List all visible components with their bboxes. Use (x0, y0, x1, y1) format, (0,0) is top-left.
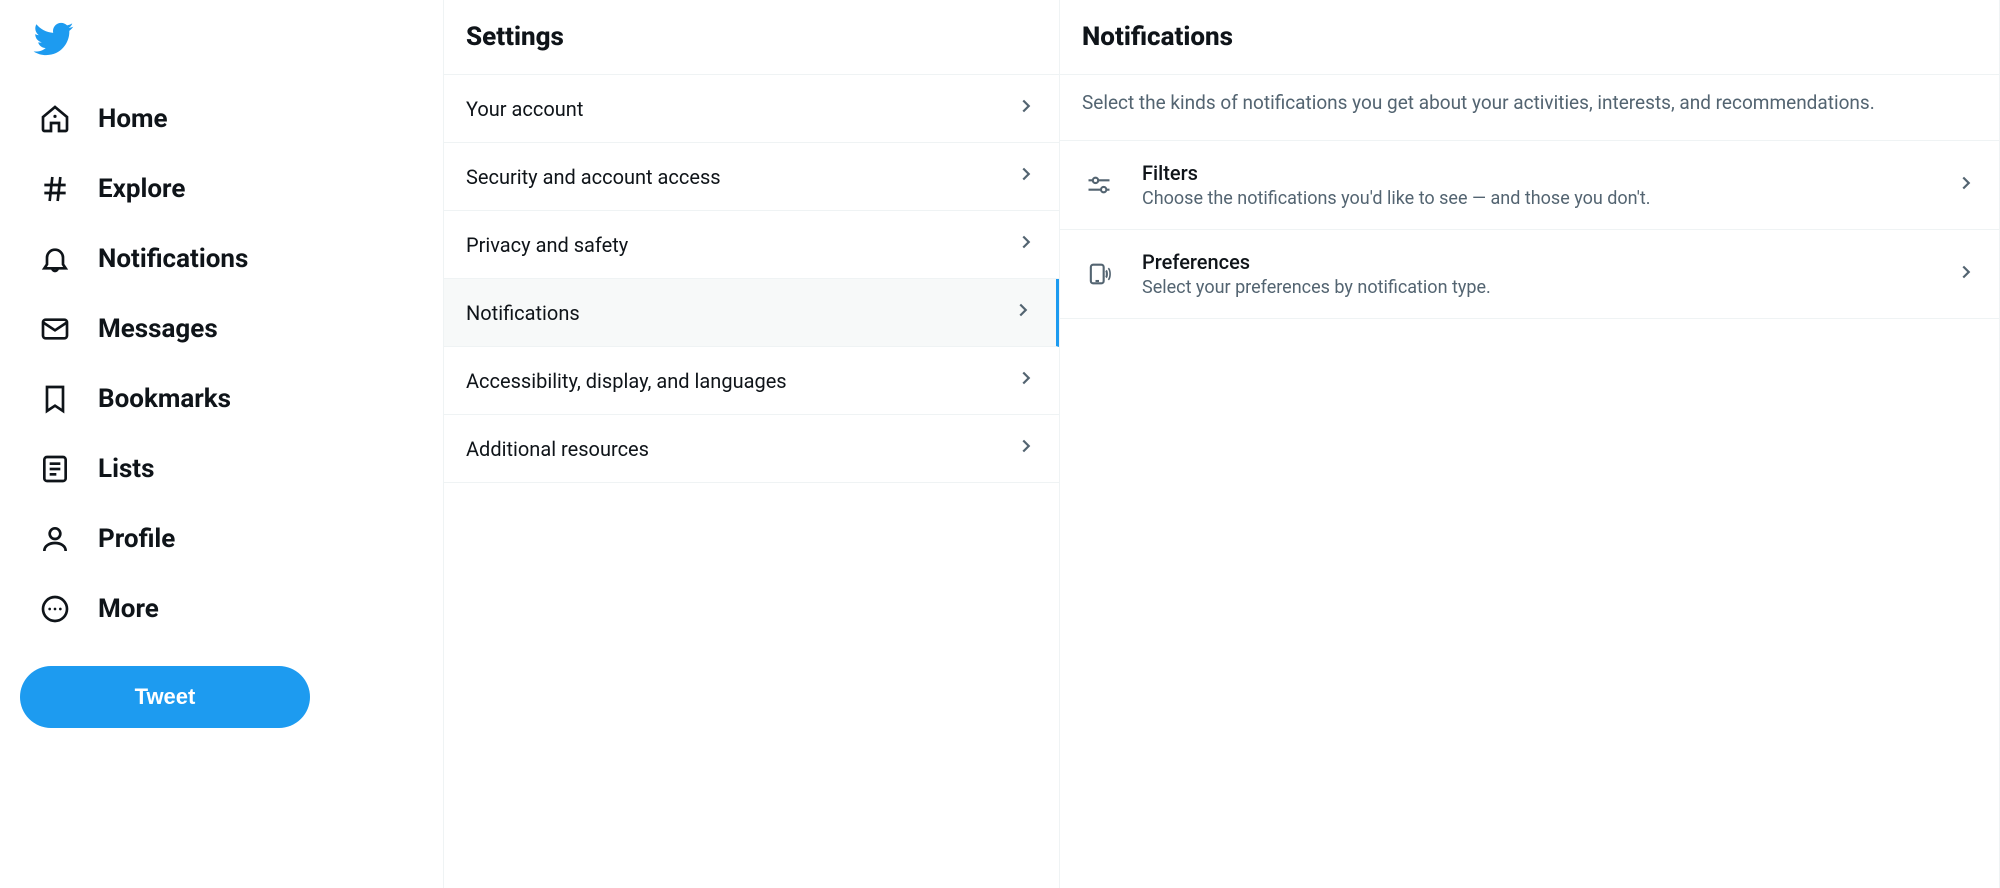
detail-item-subtitle: Select your preferences by notification … (1142, 277, 1929, 298)
detail-item-preferences[interactable]: Preferences Select your preferences by n… (1060, 230, 1999, 319)
settings-item-label: Notifications (466, 301, 580, 325)
settings-column: Settings Your account Security and accou… (444, 0, 1060, 888)
nav-bookmarks[interactable]: Bookmarks (20, 364, 249, 434)
settings-item-label: Security and account access (466, 165, 721, 189)
detail-item-title: Filters (1142, 161, 1929, 185)
chevron-right-icon (1015, 95, 1037, 122)
settings-title: Settings (444, 0, 1059, 75)
nav-lists[interactable]: Lists (20, 434, 172, 504)
sliders-icon (1082, 171, 1116, 199)
twitter-bird-icon (32, 18, 74, 60)
list-icon (38, 452, 72, 486)
nav-label: Lists (98, 454, 154, 484)
bookmark-icon (38, 382, 72, 416)
detail-item-title: Preferences (1142, 250, 1929, 274)
settings-item-label: Privacy and safety (466, 233, 628, 257)
bell-icon (38, 242, 72, 276)
chevron-right-icon (1015, 435, 1037, 462)
nav-profile[interactable]: Profile (20, 504, 193, 574)
primary-nav: Home Explore Notifications Messages Book (0, 0, 444, 888)
nav-home[interactable]: Home (20, 84, 186, 154)
detail-item-subtitle: Choose the notifications you'd like to s… (1142, 188, 1929, 209)
detail-column: Notifications Select the kinds of notifi… (1060, 0, 2000, 888)
detail-item-filters[interactable]: Filters Choose the notifications you'd l… (1060, 141, 1999, 230)
settings-item-label: Your account (466, 97, 583, 121)
nav-explore[interactable]: Explore (20, 154, 203, 224)
settings-item-privacy[interactable]: Privacy and safety (444, 211, 1059, 279)
settings-item-resources[interactable]: Additional resources (444, 415, 1059, 483)
settings-item-security[interactable]: Security and account access (444, 143, 1059, 211)
detail-description: Select the kinds of notifications you ge… (1060, 75, 1999, 141)
chevron-right-icon (1015, 367, 1037, 394)
home-icon (38, 102, 72, 136)
nav-label: Bookmarks (98, 384, 231, 414)
detail-title: Notifications (1060, 0, 1999, 75)
tweet-button[interactable]: Tweet (20, 666, 310, 728)
chevron-right-icon (1015, 163, 1037, 190)
settings-item-notifications[interactable]: Notifications (444, 279, 1059, 347)
settings-item-accessibility[interactable]: Accessibility, display, and languages (444, 347, 1059, 415)
nav-notifications[interactable]: Notifications (20, 224, 266, 294)
chevron-right-icon (1955, 261, 1977, 287)
twitter-logo[interactable] (20, 8, 443, 84)
nav-label: More (98, 594, 159, 624)
nav-label: Profile (98, 524, 175, 554)
device-sound-icon (1082, 260, 1116, 288)
person-icon (38, 522, 72, 556)
hash-icon (38, 172, 72, 206)
chevron-right-icon (1015, 231, 1037, 258)
nav-label: Messages (98, 314, 218, 344)
chevron-right-icon (1012, 299, 1034, 326)
settings-item-label: Accessibility, display, and languages (466, 369, 787, 393)
nav-label: Notifications (98, 244, 248, 274)
nav-more[interactable]: More (20, 574, 177, 644)
envelope-icon (38, 312, 72, 346)
detail-body: Filters Choose the notifications you'd l… (1142, 161, 1929, 209)
settings-item-account[interactable]: Your account (444, 75, 1059, 143)
settings-item-label: Additional resources (466, 437, 649, 461)
detail-body: Preferences Select your preferences by n… (1142, 250, 1929, 298)
nav-label: Explore (98, 174, 185, 204)
chevron-right-icon (1955, 172, 1977, 198)
more-icon (38, 592, 72, 626)
nav-messages[interactable]: Messages (20, 294, 236, 364)
nav-label: Home (98, 104, 168, 134)
